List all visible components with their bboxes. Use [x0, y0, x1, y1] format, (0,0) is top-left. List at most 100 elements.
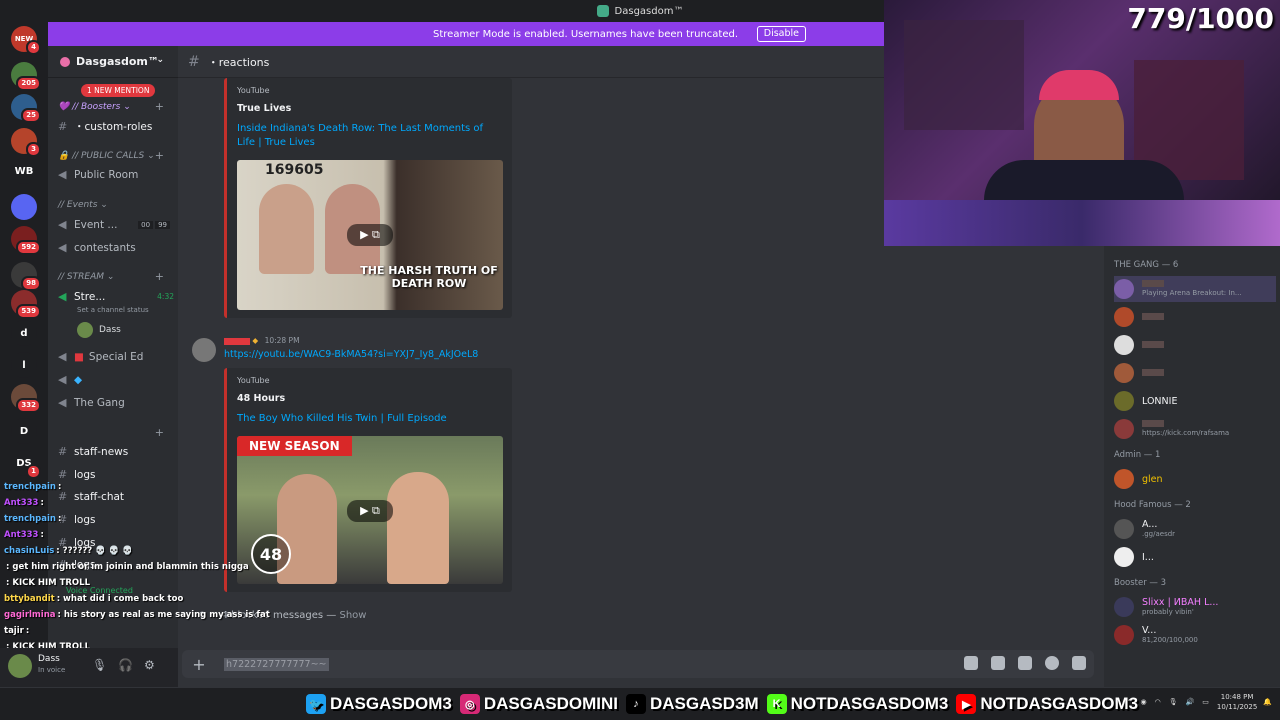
member-item[interactable]: Playing Arena Breakout: In...: [1114, 276, 1276, 302]
voice-user[interactable]: Dass: [77, 322, 121, 338]
chevron-up-icon[interactable]: ⌃: [1127, 698, 1133, 706]
chat-username: chasinLuis: [4, 546, 55, 556]
wifi-icon[interactable]: ◠: [1155, 698, 1161, 706]
voice-connected-status[interactable]: Voice Connected: [66, 586, 133, 595]
embed-author[interactable]: True Lives: [237, 103, 502, 114]
video-thumbnail[interactable]: NEW SEASON 48 ▶ ⧉: [237, 436, 503, 584]
message-composer[interactable]: + h7222727777777~~: [182, 650, 1094, 678]
channel-staff-news[interactable]: # staff-news: [58, 445, 128, 458]
channel-diamond[interactable]: ◀ ◆: [58, 373, 82, 386]
server-icon[interactable]: 205: [11, 62, 41, 91]
desk: [884, 200, 1280, 246]
play-icon[interactable]: ▶ ⧉: [347, 224, 393, 246]
server-icon[interactable]: l: [11, 352, 37, 378]
twitter-icon: 🐦: [306, 694, 326, 714]
speaker-icon: ◀: [58, 168, 67, 181]
member-name: [1142, 368, 1164, 376]
video-thumbnail[interactable]: 169605 THE HARSH TRUTH OF DEATH ROW ▶ ⧉: [237, 160, 503, 310]
channel-stream[interactable]: ◀ Stre... 4:32: [58, 290, 174, 303]
category-boosters[interactable]: 💜 // Boosters ⌄: [58, 102, 131, 112]
microphone-icon[interactable]: 🎙: [92, 658, 107, 672]
gift-icon[interactable]: [964, 656, 978, 670]
battery-icon[interactable]: ▭: [1202, 698, 1209, 706]
server-icon[interactable]: DS 1: [11, 450, 41, 479]
guild-header[interactable]: Dasgasdom™ ⌄: [48, 46, 178, 78]
speaker-icon: ◀: [58, 290, 67, 303]
channel-the-gang[interactable]: ◀ The Gang: [58, 396, 125, 409]
server-icon[interactable]: 3: [11, 128, 41, 157]
server-icon[interactable]: [11, 194, 37, 220]
server-icon[interactable]: 332: [11, 384, 41, 413]
category-stream[interactable]: // STREAM ⌄: [58, 272, 114, 282]
server-icon[interactable]: 592: [11, 226, 41, 255]
member-item[interactable]: glen: [1114, 466, 1276, 492]
member-list: THE GANG — 6 Playing Arena Breakout: In..…: [1104, 246, 1280, 687]
youtube-icon: ▶: [956, 694, 977, 714]
username-redacted[interactable]: [224, 337, 250, 345]
member-item[interactable]: [1114, 332, 1276, 358]
headphones-icon[interactable]: 🎧: [118, 658, 133, 672]
add-channel-button[interactable]: +: [155, 149, 164, 162]
sticker-icon[interactable]: [1018, 656, 1032, 670]
embed-title-link[interactable]: The Boy Who Killed His Twin | Full Episo…: [237, 412, 502, 426]
youtube-embed: YouTube True Lives Inside Indiana's Deat…: [224, 78, 512, 318]
server-icon[interactable]: 539: [11, 290, 41, 319]
emoji-icon[interactable]: [1045, 656, 1059, 670]
add-channel-button[interactable]: +: [155, 100, 164, 113]
chevron-down-icon[interactable]: ⌄: [156, 55, 164, 65]
embed-author[interactable]: 48 Hours: [237, 393, 502, 404]
thumbnail-caption: THE HARSH TRUTH OF DEATH ROW: [360, 264, 498, 290]
channel-status[interactable]: Set a channel status: [77, 306, 149, 314]
member-item[interactable]: I...: [1114, 544, 1276, 570]
server-icon[interactable]: 98: [11, 262, 41, 291]
chat-line: Ant333:: [4, 530, 44, 540]
disable-streamer-mode-button[interactable]: Disable: [756, 26, 806, 42]
chat-username: Ant333: [4, 498, 39, 508]
channel-custom-roles[interactable]: # ・custom-roles: [58, 119, 152, 134]
category-events[interactable]: // Events ⌄: [58, 200, 108, 210]
server-icon[interactable]: d: [11, 320, 37, 346]
member-item[interactable]: [1114, 360, 1276, 386]
heart-icon: 💜: [58, 102, 73, 112]
volume-icon[interactable]: 🔊: [1186, 698, 1195, 706]
goal-counter: 779/1000: [1127, 2, 1274, 35]
chat-username: gagirlmina: [4, 610, 56, 620]
gear-icon[interactable]: ⚙: [144, 658, 158, 672]
channel-event[interactable]: ◀ Event ... 00 99: [58, 218, 170, 231]
server-icon[interactable]: 25: [11, 94, 41, 123]
channel-public-room[interactable]: ◀ Public Room: [58, 168, 138, 181]
channel-special-ed[interactable]: ◀ ■ Special Ed: [58, 350, 143, 363]
member-item[interactable]: Slixx | ИBAH L... probably vibin': [1114, 594, 1276, 620]
social-handle: ◎ DASGASDOMINI: [459, 694, 618, 714]
notification-icon[interactable]: 🔔: [1263, 698, 1272, 706]
chat-username: tajir: [4, 626, 24, 636]
chat-text: :: [57, 482, 62, 492]
new-mention-pill[interactable]: 1 NEW MENTION: [81, 84, 156, 97]
show-blocked-button[interactable]: Show: [339, 610, 366, 621]
member-item[interactable]: https://kick.com/rafsama: [1114, 416, 1276, 442]
member-status: .gg/aesdr: [1142, 530, 1176, 538]
embed-title-link[interactable]: Inside Indiana's Death Row: The Last Mom…: [237, 122, 502, 150]
add-channel-button[interactable]: +: [155, 270, 164, 283]
gif-icon[interactable]: [991, 656, 1005, 670]
play-icon[interactable]: ▶ ⧉: [347, 500, 393, 522]
network-icon[interactable]: ◉: [1140, 698, 1146, 706]
taskbar-clock[interactable]: 10:48 PM 10/11/2025: [1217, 692, 1257, 712]
apps-icon[interactable]: [1072, 656, 1086, 670]
microphone-icon[interactable]: 🎙: [1169, 698, 1178, 706]
avatar[interactable]: [192, 338, 216, 362]
add-channel-button[interactable]: +: [155, 426, 164, 439]
server-icon[interactable]: NEW 4: [11, 26, 41, 55]
message-link[interactable]: https://youtu.be/WAC9-BkMA54?si=YXJ7_Iy8…: [224, 349, 478, 360]
member-item[interactable]: V... 81,200/100,000: [1114, 622, 1276, 648]
avatar[interactable]: [8, 654, 32, 678]
member-item[interactable]: A... .gg/aesdr: [1114, 516, 1276, 542]
category-public-calls[interactable]: 🔒 // PUBLIC CALLS ⌄: [58, 151, 155, 161]
channel-contestants[interactable]: ◀ contestants: [58, 241, 136, 254]
social-handle: ▶ NOTDASGASDOM3: [956, 694, 1138, 714]
server-icon[interactable]: D: [11, 418, 37, 444]
server-icon[interactable]: WB: [11, 158, 37, 184]
member-item[interactable]: [1114, 304, 1276, 330]
chat-username: bttybandit: [4, 594, 55, 604]
member-item[interactable]: LONNIE: [1114, 388, 1276, 414]
